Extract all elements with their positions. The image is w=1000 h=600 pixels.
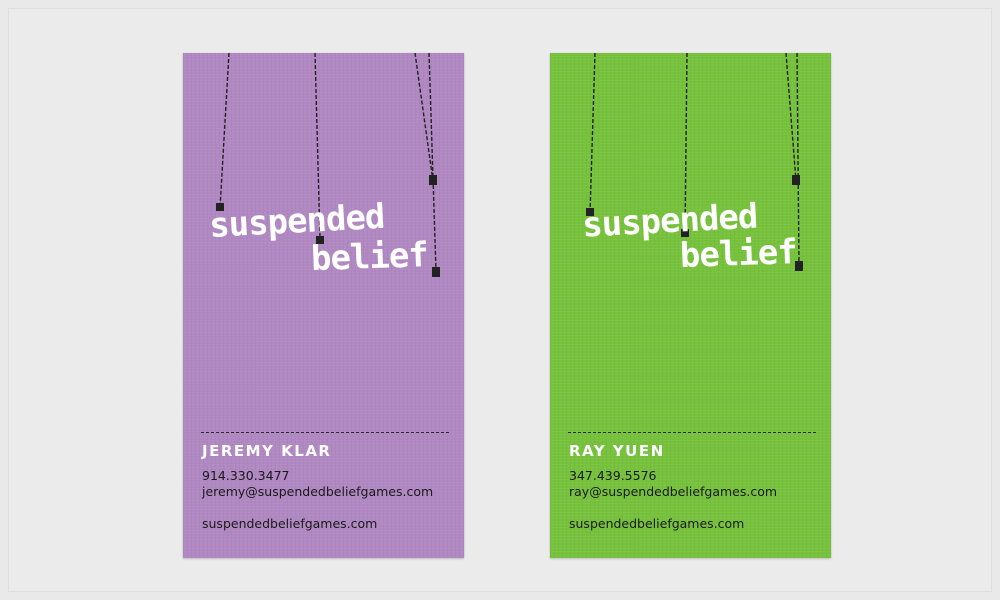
knot [432, 267, 440, 277]
logo-word-belief: belief [310, 235, 428, 279]
knot [429, 175, 437, 185]
business-card-ray: suspended belief RAY YUEN 347.439.5576 r… [550, 53, 831, 558]
string [589, 53, 596, 214]
website: suspendedbeliefgames.com [569, 516, 745, 531]
email-address: jeremy@suspendedbeliefgames.com [202, 484, 434, 499]
website: suspendedbeliefgames.com [202, 516, 378, 531]
string [796, 53, 800, 266]
business-card-jeremy: suspended belief JEREMY KLAR 914.330.347… [183, 53, 464, 558]
phone-number: 347.439.5576 [569, 468, 657, 483]
string [785, 53, 797, 182]
contact-name: RAY YUEN [569, 442, 665, 460]
photo-frame: suspended belief JEREMY KLAR 914.330.347… [8, 8, 992, 592]
phone-number: 914.330.3477 [202, 468, 290, 483]
logo-word-belief: belief [679, 232, 797, 276]
string [219, 53, 230, 209]
dashed-divider [201, 432, 449, 433]
contact-name: JEREMY KLAR [202, 442, 332, 460]
knot [792, 175, 800, 185]
email-address: ray@suspendedbeliefgames.com [569, 484, 778, 499]
dashed-divider [568, 432, 816, 433]
suspended-belief-logo: suspended belief [581, 53, 803, 276]
suspended-belief-logo: suspended belief [208, 53, 440, 279]
